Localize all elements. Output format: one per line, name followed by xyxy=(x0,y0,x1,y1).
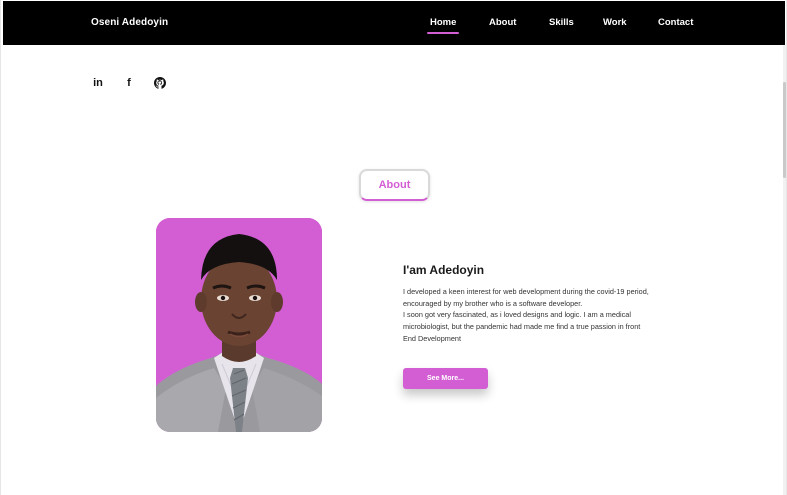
nav-home[interactable]: Home xyxy=(426,17,460,34)
nav-skills[interactable]: Skills xyxy=(549,17,574,28)
github-logo xyxy=(154,76,166,89)
profile-photo xyxy=(156,218,322,432)
nav-about[interactable]: About xyxy=(489,17,516,28)
about-paragraph-line: I developed a keen interest for web deve… xyxy=(403,287,649,296)
about-paragraph-line: I soon got very fascinated, as i loved d… xyxy=(403,310,631,320)
about-paragraph-line: encouraged by my brother who is a softwa… xyxy=(403,298,583,308)
about-paragraph-line: microbiologist, but the pandemic had mad… xyxy=(403,322,641,332)
linkedin-glyph: in xyxy=(93,76,103,89)
facebook-icon[interactable]: f xyxy=(122,76,136,89)
brand-name[interactable]: Oseni Adedoyin xyxy=(91,17,168,28)
about-section-label: About xyxy=(359,169,430,201)
linkedin-icon[interactable]: in xyxy=(91,76,105,89)
facebook-glyph: f xyxy=(127,76,131,89)
scrollbar-thumb[interactable] xyxy=(783,82,786,178)
about-paragraph-line: End Development xyxy=(403,333,462,343)
about-heading: I'am Adedoyin xyxy=(403,263,485,277)
page: Oseni Adedoyin Home About Skills Work Co… xyxy=(0,0,787,495)
see-more-button[interactable]: See More... xyxy=(403,368,488,389)
navbar: Oseni Adedoyin Home About Skills Work Co… xyxy=(3,1,785,45)
github-icon[interactable] xyxy=(153,76,167,89)
nav-contact[interactable]: Contact xyxy=(658,17,693,28)
nav-work[interactable]: Work xyxy=(603,17,627,28)
